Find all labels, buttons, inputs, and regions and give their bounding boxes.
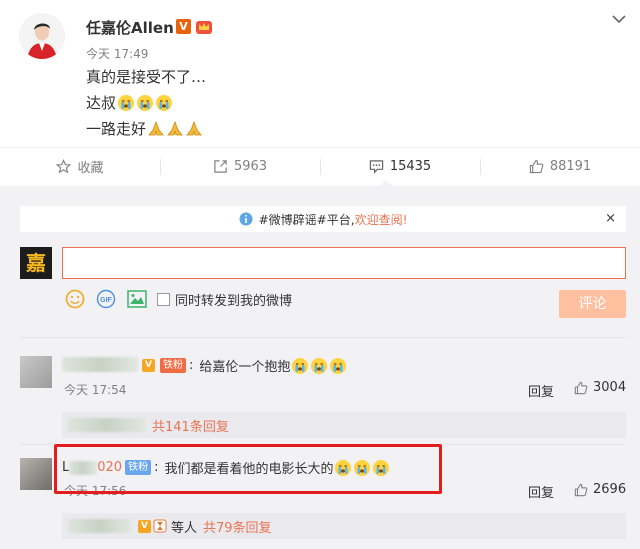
highlight-box bbox=[54, 444, 442, 494]
author-name[interactable]: 任嘉伦Allen bbox=[86, 17, 174, 38]
verified-badge: V bbox=[176, 19, 191, 34]
emoji-button[interactable] bbox=[64, 288, 86, 310]
sub-reply-prefix: 等人 bbox=[171, 520, 198, 536]
gif-icon-text: GIF bbox=[100, 297, 112, 304]
post-line-3: 一路走好 bbox=[86, 118, 203, 139]
repost-count: 5963 bbox=[233, 159, 268, 174]
image-button[interactable] bbox=[126, 288, 148, 310]
post-text-2: 达叔 bbox=[86, 94, 117, 112]
comment-avatar[interactable] bbox=[20, 356, 52, 388]
comment-line: V 铁粉 : 给嘉伦一个抱抱 bbox=[140, 356, 347, 375]
thumbs-up-icon bbox=[574, 381, 588, 394]
favorite-label: 收藏 bbox=[77, 161, 104, 176]
comment-time: 今天 17:54 bbox=[64, 383, 127, 397]
comment-like-button[interactable]: 3004 bbox=[574, 380, 626, 395]
crying-emoji-icon bbox=[330, 357, 347, 374]
comment-count: 15435 bbox=[389, 159, 432, 174]
repost-icon bbox=[214, 160, 227, 173]
thumbs-up-icon bbox=[574, 483, 588, 496]
reply-button[interactable]: 回复 bbox=[528, 482, 554, 501]
my-avatar[interactable]: 嘉 bbox=[20, 247, 52, 279]
notice-link[interactable]: 欢迎查阅! bbox=[355, 211, 408, 228]
crying-emoji-icon bbox=[156, 94, 173, 111]
info-icon bbox=[239, 212, 253, 226]
crying-emoji-icon bbox=[137, 94, 154, 111]
divider bbox=[20, 337, 626, 338]
post-text-3: 一路走好 bbox=[86, 120, 147, 138]
repost-button[interactable]: 5963 bbox=[160, 148, 320, 185]
post-text-1: 真的是接受不了… bbox=[86, 68, 207, 86]
compose-toolbar: GIF 同时转发到我的微博 bbox=[64, 288, 292, 310]
fan-badge: 铁粉 bbox=[160, 358, 186, 373]
chevron-down-icon[interactable] bbox=[612, 14, 626, 24]
comment-input[interactable] bbox=[62, 247, 626, 279]
star-icon bbox=[56, 159, 72, 174]
gif-icon: GIF bbox=[96, 289, 116, 309]
weibo-post: 任嘉伦Allen V 今天 17:49 真的是接受不了… 达叔 一路走好 bbox=[0, 0, 640, 147]
post-line-1: 真的是接受不了… bbox=[86, 66, 206, 87]
post-line-2: 达叔 bbox=[86, 92, 173, 113]
comment-text: 给嘉伦一个抱抱 bbox=[199, 360, 291, 375]
more-replies-link[interactable]: 共79条回复 bbox=[203, 517, 272, 536]
sub-replies-bar: V 等人 共79条回复 bbox=[62, 513, 626, 539]
crying-emoji-icon bbox=[311, 357, 328, 374]
image-icon bbox=[127, 290, 147, 308]
crying-emoji-icon bbox=[292, 357, 309, 374]
smile-icon bbox=[65, 289, 85, 309]
notice-topic[interactable]: #微博辟谣#平台, bbox=[259, 211, 355, 228]
pray-emoji-icon bbox=[186, 120, 202, 135]
favorite-button[interactable]: 收藏 bbox=[0, 148, 160, 185]
hourglass-icon bbox=[153, 519, 167, 533]
post-action-bar: 收藏 5963 15435 88191 bbox=[0, 147, 640, 185]
comment-button[interactable]: 15435 bbox=[320, 148, 480, 185]
gif-button[interactable]: GIF bbox=[95, 288, 117, 310]
comment-separator: : bbox=[189, 358, 194, 373]
repost-checkbox[interactable] bbox=[157, 292, 170, 306]
comment-like-count: 3004 bbox=[593, 380, 627, 395]
pray-emoji-icon bbox=[167, 120, 183, 135]
more-replies-link[interactable]: 共141条回复 bbox=[152, 416, 229, 435]
close-icon[interactable]: × bbox=[605, 211, 616, 226]
sub-reply-users-blurred bbox=[68, 418, 146, 432]
author-photo bbox=[19, 13, 65, 59]
comment-avatar[interactable] bbox=[20, 458, 52, 490]
comment-like-count: 2696 bbox=[593, 482, 627, 497]
author-avatar[interactable] bbox=[19, 13, 65, 59]
pray-emoji-icon bbox=[148, 120, 164, 135]
sub-reply-users-blurred bbox=[68, 519, 132, 533]
comment-username-blurred[interactable] bbox=[62, 357, 138, 372]
vip-badge: V bbox=[138, 519, 151, 533]
comment-like-button[interactable]: 2696 bbox=[574, 482, 626, 497]
like-count: 88191 bbox=[549, 159, 592, 174]
crown-badge-icon bbox=[196, 21, 212, 34]
like-button[interactable]: 88191 bbox=[480, 148, 640, 185]
crying-emoji-icon bbox=[118, 94, 135, 111]
thumbs-up-icon bbox=[529, 159, 544, 174]
submit-comment-button[interactable]: 评论 bbox=[559, 290, 626, 318]
repost-checkbox-label[interactable]: 同时转发到我的微博 bbox=[175, 290, 292, 309]
rumor-notice-bar: #微博辟谣#平台, 欢迎查阅! × bbox=[20, 206, 626, 232]
comment-icon bbox=[369, 160, 384, 174]
reply-button[interactable]: 回复 bbox=[528, 381, 554, 400]
vip-badge: V bbox=[142, 359, 155, 372]
sub-replies-bar: 共141条回复 bbox=[62, 412, 626, 438]
post-time: 今天 17:49 bbox=[86, 47, 149, 61]
